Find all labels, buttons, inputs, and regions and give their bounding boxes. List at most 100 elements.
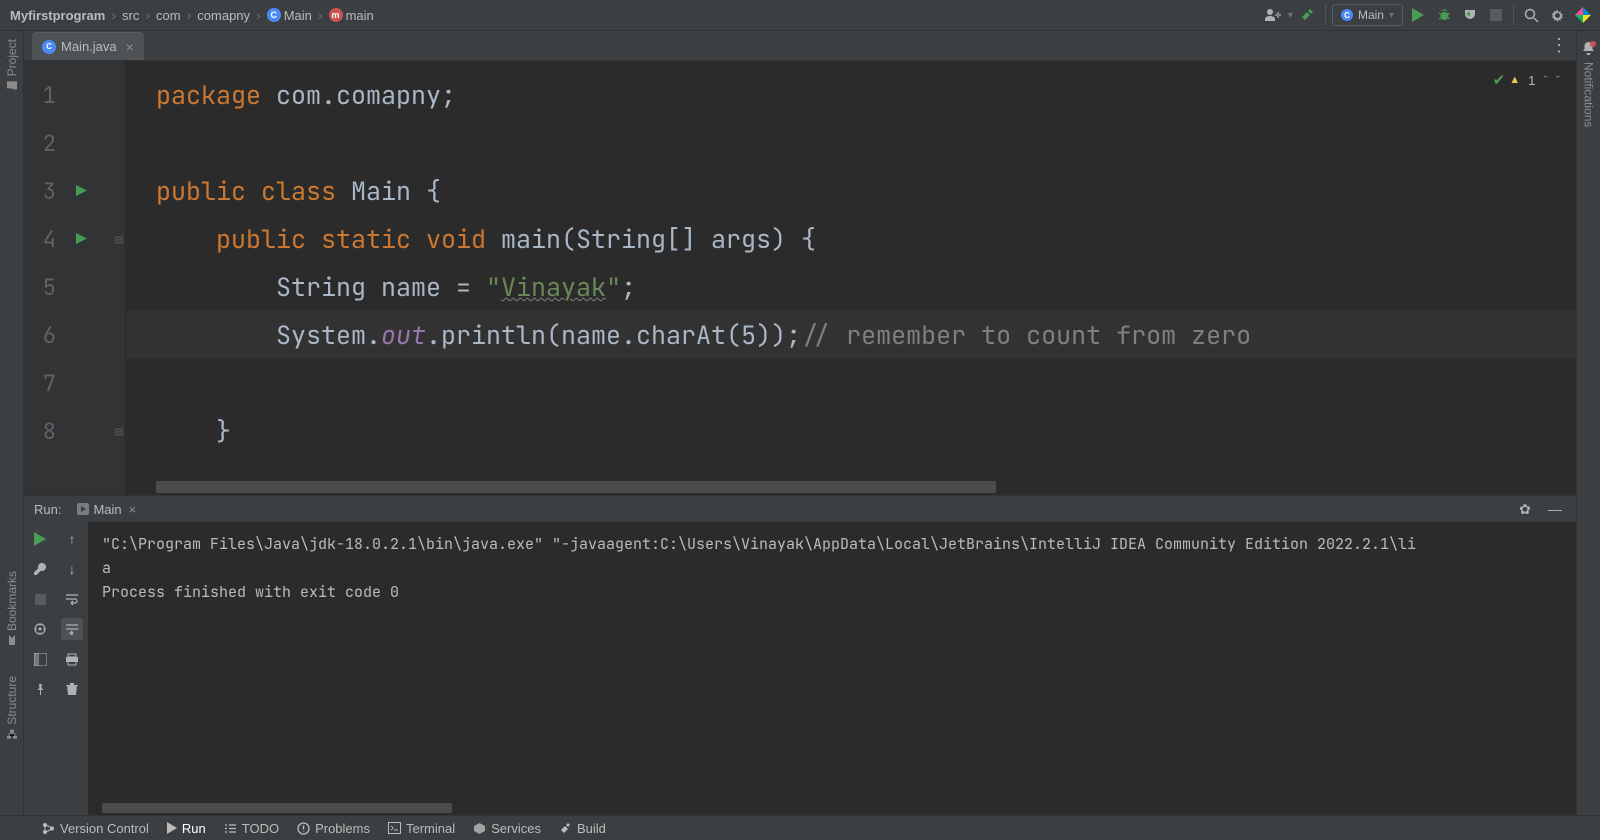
breadcrumb-src[interactable]: src [118, 6, 143, 25]
version-control-tool-button[interactable]: Version Control [42, 821, 149, 836]
navigation-toolbar: Myfirstprogram › src › com › comapny › C… [0, 0, 1600, 31]
add-user-icon[interactable] [1262, 4, 1284, 26]
console-output[interactable]: "C:\Program Files\Java\jdk-18.0.2.1\bin\… [88, 522, 1576, 815]
services-tool-button[interactable]: Services [473, 821, 541, 836]
gutter-line[interactable]: 1 [24, 71, 125, 119]
terminal-tool-button[interactable]: Terminal [388, 821, 455, 836]
code-editor[interactable]: 123▶4▶⊟5678⊟ package com.comapny; public… [24, 61, 1576, 495]
breadcrumb-com[interactable]: com [152, 6, 185, 25]
code-line[interactable]: public static void main(String[] args) { [126, 215, 1576, 263]
todo-tool-button[interactable]: TODO [224, 821, 279, 836]
build-tool-button[interactable]: Build [559, 821, 606, 836]
gutter-line[interactable]: 4▶⊟ [24, 215, 125, 263]
run-configuration-selector[interactable]: C Main ▾ [1332, 4, 1403, 26]
breadcrumb: Myfirstprogram › src › com › comapny › C… [6, 6, 378, 25]
code-line[interactable]: String name = "Vinayak"; [126, 263, 1576, 311]
code-analysis-indicator[interactable]: ✔ ▲ 1 ˆ ˇ [1493, 71, 1560, 89]
scroll-to-end-icon[interactable] [61, 618, 83, 640]
close-run-tab-icon[interactable]: × [129, 502, 137, 517]
editor-hscrollbar[interactable] [156, 481, 1556, 493]
build-hammer-icon[interactable] [1297, 4, 1319, 26]
print-icon[interactable] [61, 648, 83, 670]
separator [1325, 5, 1326, 25]
code-line[interactable]: package com.comapny; [126, 71, 1576, 119]
class-icon: C [267, 8, 281, 22]
stop-button[interactable] [1485, 4, 1507, 26]
breadcrumb-method[interactable]: mmain [325, 6, 378, 25]
gutter-line[interactable]: 3▶ [24, 167, 125, 215]
project-tool-button[interactable]: Project [5, 39, 19, 91]
run-tool-button[interactable]: Run [167, 821, 206, 836]
gutter-line[interactable]: 5 [24, 263, 125, 311]
editor-gutter[interactable]: 123▶4▶⊟5678⊟ [24, 61, 126, 495]
bottom-tool-bar: Version Control Run TODO Problems Termin… [0, 815, 1600, 840]
chevron-right-icon: › [187, 7, 192, 23]
chevron-right-icon: › [318, 7, 323, 23]
run-tool-window: Run: Main × ✿ — [24, 495, 1576, 815]
left-tool-rail: Project Bookmarks Structure [0, 31, 24, 815]
run-with-coverage-icon[interactable] [1459, 4, 1481, 26]
code-line[interactable]: public class Main { [126, 167, 1576, 215]
soft-wrap-icon[interactable] [61, 588, 83, 610]
console-line: a [102, 556, 1562, 580]
stop-run-button[interactable] [29, 588, 51, 610]
run-line-icon[interactable]: ▶ [76, 228, 87, 251]
rerun-button[interactable] [29, 528, 51, 550]
notifications-bell-icon[interactable] [1581, 41, 1596, 56]
dropdown-arrow-icon: ▾ [1389, 10, 1394, 21]
console-line: "C:\Program Files\Java\jdk-18.0.2.1\bin\… [102, 532, 1562, 556]
chevron-right-icon: › [256, 7, 261, 23]
settings-gear-icon[interactable] [1546, 4, 1568, 26]
console-line: Process finished with exit code 0 [102, 580, 1562, 604]
breadcrumb-class[interactable]: CMain [263, 6, 316, 25]
scroll-up-icon[interactable]: ↑ [61, 528, 83, 550]
dump-threads-icon[interactable] [29, 618, 51, 640]
breadcrumb-project[interactable]: Myfirstprogram [6, 6, 109, 25]
run-header: Run: Main × ✿ — [24, 496, 1576, 522]
pin-icon[interactable] [29, 678, 51, 700]
scroll-down-icon[interactable]: ↓ [61, 558, 83, 580]
toolbar-right: ▾ C Main ▾ [1262, 4, 1594, 26]
run-settings-icon[interactable]: ✿ [1514, 498, 1536, 520]
breadcrumb-comapny[interactable]: comapny [193, 6, 254, 25]
code-line[interactable] [126, 359, 1576, 407]
search-icon[interactable] [1520, 4, 1542, 26]
clear-console-icon[interactable] [61, 678, 83, 700]
layout-icon[interactable] [29, 648, 51, 670]
run-tab[interactable]: Main × [77, 502, 136, 517]
class-icon: C [1341, 9, 1353, 21]
class-icon: C [42, 40, 56, 54]
debug-button[interactable] [1433, 4, 1455, 26]
checkmark-icon: ✔ [1493, 71, 1506, 89]
gutter-line[interactable]: 7 [24, 359, 125, 407]
fold-icon[interactable]: ⊟ [115, 423, 123, 440]
separator [1513, 5, 1514, 25]
gutter-line[interactable]: 2 [24, 119, 125, 167]
gutter-line[interactable]: 8⊟ [24, 407, 125, 455]
right-tool-rail: Notifications [1576, 31, 1600, 815]
hide-run-panel-icon[interactable]: — [1544, 498, 1566, 520]
ide-logo-icon[interactable] [1572, 4, 1594, 26]
problems-tool-button[interactable]: Problems [297, 821, 370, 836]
close-tab-icon[interactable]: × [126, 39, 134, 55]
run-left-toolbar [24, 522, 56, 815]
method-icon: m [329, 8, 343, 22]
code-line[interactable]: } [126, 407, 1576, 455]
structure-tool-button[interactable]: Structure [5, 676, 19, 740]
fold-icon[interactable]: ⊟ [115, 231, 123, 248]
chevron-right-icon: › [145, 7, 150, 23]
wrench-icon[interactable] [29, 558, 51, 580]
run-button[interactable] [1407, 4, 1429, 26]
console-hscrollbar[interactable] [102, 803, 452, 813]
more-tabs-icon[interactable]: ⋮ [1548, 35, 1570, 57]
chevron-right-icon: › [111, 7, 116, 23]
run-side-toolbar: ↑ ↓ [56, 522, 88, 815]
run-line-icon[interactable]: ▶ [76, 180, 87, 203]
notifications-tool-button[interactable]: Notifications [1582, 62, 1596, 127]
gutter-line[interactable]: 6 [24, 311, 125, 359]
bookmarks-tool-button[interactable]: Bookmarks [5, 571, 19, 646]
code-line[interactable]: System.out.println(name.charAt(5));// re… [126, 311, 1576, 359]
editor-tab-main[interactable]: C Main.java × [32, 32, 144, 60]
code-line[interactable] [126, 119, 1576, 167]
editor-content[interactable]: package com.comapny; public class Main {… [126, 61, 1576, 495]
